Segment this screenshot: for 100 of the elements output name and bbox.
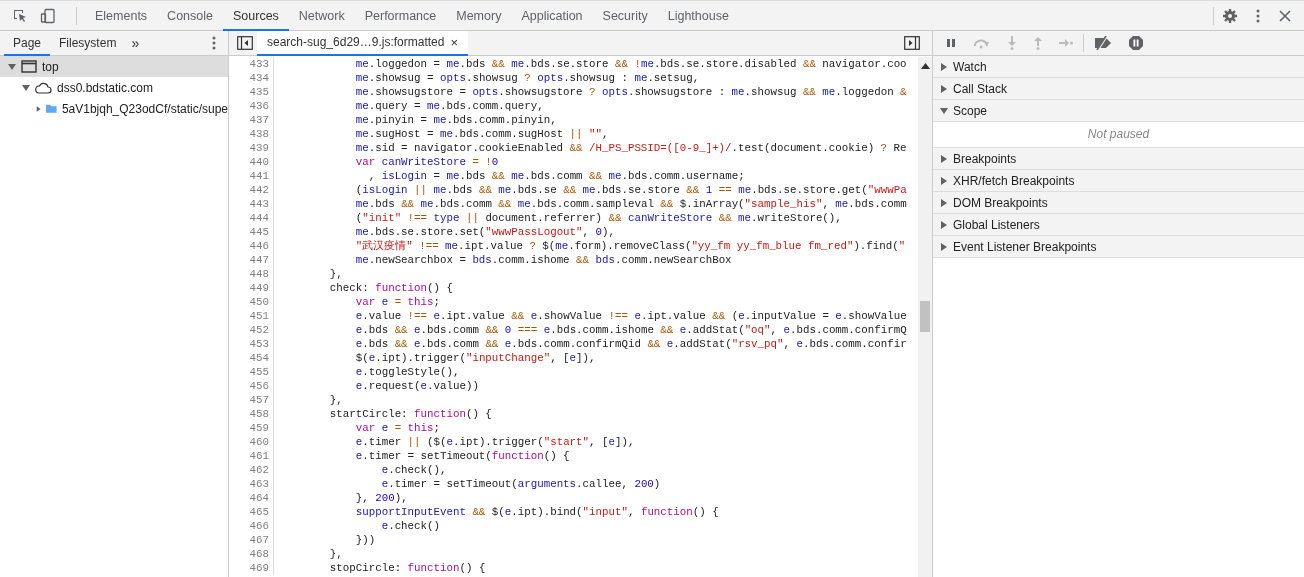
code-line: startCircle: function() { <box>328 407 492 421</box>
device-toolbar-icon[interactable] <box>40 7 56 24</box>
section-header[interactable]: XHR/fetch Breakpoints <box>933 170 1304 192</box>
pause-on-exceptions-icon[interactable] <box>1128 35 1144 51</box>
close-tab-button[interactable]: × <box>450 34 459 50</box>
section-header[interactable]: Event Listener Breakpoints <box>933 236 1304 258</box>
expand-arrow-icon[interactable] <box>940 242 948 251</box>
code-line: e.check(), <box>380 463 447 477</box>
panel-tab[interactable]: Network <box>288 0 355 31</box>
more-tabs-button[interactable]: » <box>125 35 146 51</box>
code-line: var canWriteStore = !0 <box>354 155 499 169</box>
expand-arrow-icon[interactable] <box>940 84 948 93</box>
panel-tab[interactable]: Elements <box>85 0 158 31</box>
code-line: e.timer = setTimeout(arguments.callee, 200) <box>380 477 661 491</box>
line-number: 451 <box>229 309 274 323</box>
scrollbar-thumb[interactable] <box>920 301 930 332</box>
panel-tab[interactable]: Lighthouse <box>657 0 739 31</box>
sidebar-toggle-icon[interactable] <box>237 36 253 50</box>
line-number: 435 <box>229 85 274 99</box>
expand-arrow-icon[interactable] <box>22 83 30 92</box>
line-number: 442 <box>229 183 274 197</box>
folder-icon <box>46 102 57 115</box>
section-header[interactable]: DOM Breakpoints <box>933 192 1304 214</box>
code-line: }, <box>328 547 343 561</box>
panel-tab[interactable]: Memory <box>446 0 512 31</box>
panel-tab[interactable]: Performance <box>354 0 447 31</box>
code-line: ("init" !== type || document.referrer) && canWriteStore && me.writeStore(), <box>354 211 842 225</box>
line-number: 457 <box>229 393 274 407</box>
code-line: me.pinyin = me.bds.comm.pinyin, <box>354 113 557 127</box>
line-number: 467 <box>229 533 274 547</box>
tree-item[interactable]: 5aV1bjqh_Q23odCf/static/supe <box>0 98 228 119</box>
panel-tab[interactable]: Security <box>592 0 658 31</box>
panel-tab[interactable]: Application <box>511 0 593 31</box>
line-number: 456 <box>229 379 274 393</box>
code-line: var e = this; <box>354 295 441 309</box>
code-line: me.showsugstore = opts.showsugstore ? opts.showsugstore : me.showsug && me.loggedon & <box>354 85 907 99</box>
code-line: check: function() { <box>328 281 453 295</box>
cloud-icon <box>35 81 52 94</box>
code-line: $(e.ipt).trigger("inputChange", [e]), <box>354 351 596 365</box>
expand-arrow-icon[interactable] <box>940 220 948 229</box>
code-line: var e = this; <box>354 421 441 435</box>
code-line: me.loggedon = me.bds && me.bds.se.store && !me.bds.se.store.disabled && navigator.coo <box>354 57 907 71</box>
inspect-element-icon[interactable] <box>12 7 28 24</box>
line-number: 462 <box>229 463 274 477</box>
code-line: e.timer = setTimeout(function() { <box>354 449 570 463</box>
file-tab[interactable]: search-sug_6d29…9.js:formatted × <box>257 30 469 56</box>
section-header[interactable]: Call Stack <box>933 78 1304 100</box>
code-line: me.query = me.bds.comm.query, <box>354 99 544 113</box>
window-icon <box>21 60 37 73</box>
deactivate-breakpoints-icon[interactable] <box>1094 36 1112 50</box>
code-line: })) <box>354 533 376 547</box>
section-header[interactable]: Global Listeners <box>933 214 1304 236</box>
line-number: 468 <box>229 547 274 561</box>
code-line: e.toggleStyle(), <box>354 365 460 379</box>
sidebar-toggle-icon[interactable] <box>904 36 920 50</box>
line-number: 446 <box>229 239 274 253</box>
expand-arrow-icon[interactable] <box>940 176 948 185</box>
code-line: }, <box>328 267 343 281</box>
line-number: 448 <box>229 267 274 281</box>
line-number: 453 <box>229 337 274 351</box>
code-line: e.check() <box>380 519 440 533</box>
expand-arrow-icon[interactable] <box>940 198 948 207</box>
line-number: 469 <box>229 561 274 575</box>
line-number: 454 <box>229 351 274 365</box>
navigator-tab[interactable]: Filesystem <box>50 30 126 56</box>
line-number: 444 <box>229 211 274 225</box>
code-line: e.request(e.value)) <box>354 379 479 393</box>
scroll-up-arrow-icon[interactable] <box>920 63 930 69</box>
section-header[interactable]: Watch <box>933 56 1304 78</box>
more-options-icon[interactable] <box>212 36 216 50</box>
code-line: e.timer || ($(e.ipt).trigger("start", [e]), <box>354 435 635 449</box>
line-number: 445 <box>229 225 274 239</box>
code-line: e.bds && e.bds.comm && e.bds.comm.confirmQid && e.addStat("rsv_pq", e.bds.comm.confir <box>354 337 907 351</box>
expand-arrow-icon[interactable] <box>36 104 42 113</box>
expand-arrow-icon[interactable] <box>940 106 948 115</box>
line-number: 464 <box>229 491 274 505</box>
expand-arrow-icon[interactable] <box>8 62 16 71</box>
line-number: 441 <box>229 169 274 183</box>
tree-item[interactable]: top <box>0 56 228 77</box>
line-number: 438 <box>229 127 274 141</box>
line-number: 440 <box>229 155 274 169</box>
code-line: , isLogin = me.bds && me.bds.comm && me.bds.comm.username; <box>367 169 745 183</box>
expand-arrow-icon[interactable] <box>940 62 948 71</box>
section-header[interactable]: Breakpoints <box>933 148 1304 170</box>
code-line: me.sid = navigator.cookieEnabled && /H_PS_PSSID=([0-9_]+)/.test(document.cookie) ? Re <box>354 141 907 155</box>
section-header[interactable]: Scope <box>933 100 1304 122</box>
code-line: me.newSearchbox = bds.comm.ishome && bds.comm.newSearchBox <box>354 253 732 267</box>
panel-tab[interactable]: Console <box>157 0 223 31</box>
code-line: "武汉疫情" !== me.ipt.value ? $(me.form).removeClass("yy_fm yy_fm_blue fm_red").find(" <box>354 239 906 253</box>
code-line: me.showsug = opts.showsug ? opts.showsug : me.setsug, <box>354 71 700 85</box>
line-number: 434 <box>229 71 274 85</box>
tree-item[interactable]: dss0.bdstatic.com <box>0 77 228 98</box>
code-line: }, 200), <box>354 491 408 505</box>
line-number: 466 <box>229 519 274 533</box>
close-icon[interactable] <box>1278 8 1292 23</box>
settings-icon[interactable] <box>1222 7 1238 24</box>
line-number: 463 <box>229 477 274 491</box>
pause-icon[interactable] <box>945 37 957 49</box>
expand-arrow-icon[interactable] <box>940 154 948 163</box>
code-line: e.value !== e.ipt.value && e.showValue !== e.ipt.value && (e.inputValue = e.showValue <box>354 309 907 323</box>
